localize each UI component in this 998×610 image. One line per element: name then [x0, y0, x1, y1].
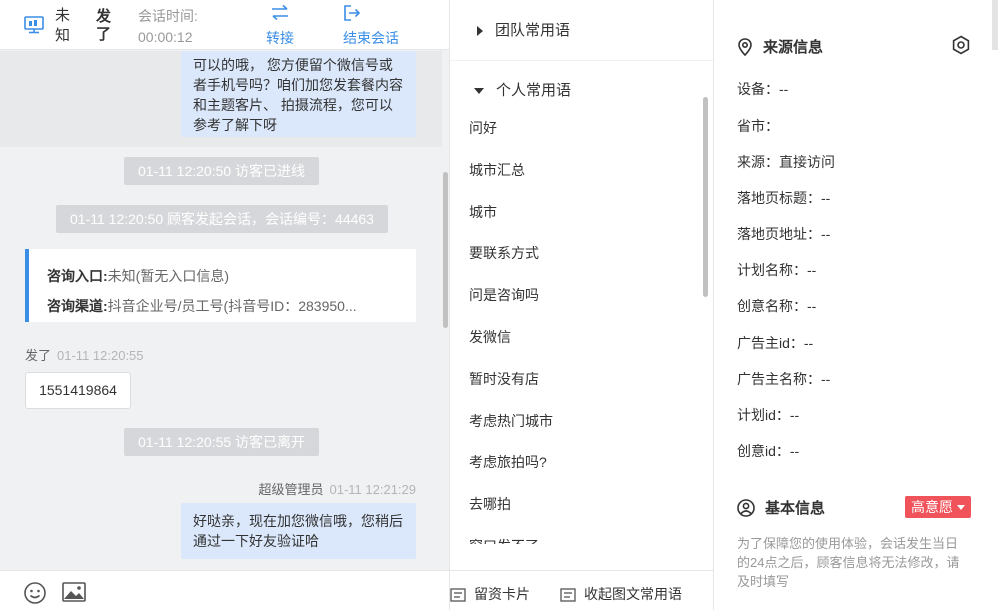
info-row-plan-name: 计划名称：--	[737, 262, 817, 278]
location-icon	[738, 38, 752, 57]
image-icon[interactable]	[62, 582, 86, 604]
collapse-phrases-label: 收起图文常用语	[584, 586, 682, 602]
team-phrases-label: 团队常用语	[495, 22, 571, 39]
source-info-title: 来源信息	[737, 36, 823, 57]
visitor-nickname: 发了	[96, 8, 112, 43]
agent-time: 01-11 12:21:29	[329, 482, 417, 497]
chat-scrollbar[interactable]	[443, 172, 448, 328]
chat-panel: 未知 发了 会话时间: 00:00:12 转接 结束会话 可以的哦， 您方便留个…	[0, 0, 449, 610]
panel-edge	[992, 0, 998, 50]
phrase-item[interactable]: 城市汇总	[450, 150, 702, 192]
info-row-device: 设备：--	[737, 81, 789, 97]
customer-info-panel: 来源信息 设备：-- 省市： 来源：直接访问 落地页标题：-- 落地页地址：--…	[713, 0, 998, 610]
info-row-landing-url: 落地页地址：--	[737, 226, 831, 242]
consult-info-card: 咨询入口:未知(暂无入口信息) 咨询渠道:抖音企业号/员工号(抖音号ID：283…	[25, 249, 416, 322]
phrase-item[interactable]: 考虑旅拍吗?	[450, 442, 702, 484]
personal-phrases-label: 个人常用语	[496, 82, 572, 99]
info-row-advertiser-id: 广告主id：--	[737, 335, 814, 351]
chat-toolbar	[0, 570, 449, 610]
message-icon	[560, 588, 576, 602]
info-row-advertiser-name: 广告主名称：--	[737, 371, 831, 387]
settings-icon[interactable]	[951, 35, 971, 55]
agent-message-bubble: 好哒亲，现在加您微信哦，您稍后通过一下好友验证哈	[181, 503, 416, 559]
visitor-sender: 发了	[25, 348, 52, 363]
info-row-creative-name: 创意名称：--	[737, 298, 817, 314]
caret-down-icon	[474, 88, 484, 95]
transfer-label: 转接	[266, 30, 294, 46]
phrases-panel: 团队常用语 个人常用语 问好 城市汇总 城市 要联系方式 问是咨询吗 发微信 暂…	[449, 0, 713, 610]
consult-entry-row: 咨询入口:未知(暂无入口信息)	[47, 261, 407, 291]
visitor-time: 01-11 12:20:55	[57, 348, 144, 363]
visitor-name: 未知	[55, 7, 71, 44]
phrase-item[interactable]: 发微信	[450, 317, 702, 359]
source-info-label: 来源信息	[763, 39, 824, 56]
phrase-item[interactable]: 城市	[450, 192, 702, 234]
session-time-value: 00:00:12	[138, 29, 193, 45]
transfer-icon	[266, 4, 294, 24]
phrase-item[interactable]: 考虑热门城市	[450, 401, 702, 443]
end-session-button[interactable]: 结束会话	[343, 4, 399, 48]
phrase-item[interactable]: 要联系方式	[450, 233, 702, 275]
intent-level-dropdown[interactable]: 高意愿	[905, 496, 971, 518]
emoji-icon[interactable]	[23, 581, 47, 604]
phrase-item[interactable]: 窗口发不了	[450, 526, 702, 544]
consult-channel-row: 咨询渠道:抖音企业号/员工号(抖音号ID：283950...	[47, 291, 407, 321]
info-row-plan-id: 计划id：--	[737, 407, 800, 423]
info-row-landing-title: 落地页标题：--	[737, 190, 831, 206]
info-row-region: 省市：	[737, 118, 779, 134]
phrase-item[interactable]: 问好	[450, 108, 702, 150]
phrase-item[interactable]: 暂时没有店	[450, 359, 702, 401]
chat-header: 未知 发了 会话时间: 00:00:12 转接 结束会话	[0, 0, 449, 50]
divider	[450, 60, 713, 61]
phrase-scrollbar[interactable]	[703, 97, 708, 297]
basic-info-title: 基本信息	[737, 497, 825, 518]
consult-channel-value: 抖音企业号/员工号(抖音号ID：283950...	[107, 298, 357, 314]
card-icon	[450, 588, 466, 602]
phrase-item[interactable]: 去哪拍	[450, 484, 702, 526]
system-notice: 01-11 12:20:50 访客已进线	[124, 157, 320, 185]
intent-level-label: 高意愿	[911, 499, 953, 515]
transfer-button[interactable]: 转接	[266, 4, 294, 48]
collapse-phrases-button[interactable]: 收起图文常用语	[560, 584, 682, 604]
system-notice: 01-11 12:20:55 访客已离开	[124, 428, 320, 456]
phrase-toolbar: 留资卡片 收起图文常用语	[450, 570, 713, 610]
phrase-item[interactable]: 问是咨询吗	[450, 275, 702, 317]
user-icon	[737, 499, 755, 517]
agent-sender: 超级管理员	[258, 482, 324, 497]
monitor-icon	[24, 16, 44, 34]
leave-card-button[interactable]: 留资卡片	[450, 584, 530, 604]
consult-entry-label: 咨询入口:	[47, 268, 108, 284]
exit-icon	[343, 4, 399, 24]
leave-card-label: 留资卡片	[474, 586, 530, 602]
caret-right-icon	[477, 26, 483, 37]
info-row-creative-id: 创意id：--	[737, 443, 800, 459]
team-phrases-group[interactable]: 团队常用语	[474, 19, 570, 40]
consult-entry-value: 未知(暂无入口信息)	[107, 268, 229, 284]
visitor-message-bubble: 1551419864	[25, 372, 131, 409]
consult-channel-label: 咨询渠道:	[47, 298, 108, 314]
agent-message-bubble: 可以的哦， 您方便留个微信号或者手机号吗？咱们加您发套餐内容和主题客片、 拍摄流…	[181, 51, 416, 137]
system-notice: 01-11 12:20:50 顾客发起会话，会话编号：44463	[56, 205, 388, 233]
session-time-label: 会话时间:	[138, 8, 198, 24]
info-row-source: 来源：直接访问	[737, 154, 835, 170]
basic-info-label: 基本信息	[765, 500, 826, 517]
visitor-message-meta: 发了 01-11 12:20:55	[25, 345, 144, 364]
agent-message-meta: 超级管理员 01-11 12:21:29	[258, 479, 416, 498]
basic-info-note: 为了保障您的使用体验，会话发生当日的24点之后，顾客信息将无法修改，请及时填写	[737, 536, 960, 589]
phrase-list: 问好 城市汇总 城市 要联系方式 问是咨询吗 发微信 暂时没有店 考虑热门城市 …	[450, 108, 702, 544]
caret-down-icon	[957, 505, 965, 510]
message-list[interactable]: 可以的哦， 您方便留个微信号或者手机号吗？咱们加您发套餐内容和主题客片、 拍摄流…	[0, 51, 442, 570]
end-session-label: 结束会话	[343, 30, 399, 46]
personal-phrases-group[interactable]: 个人常用语	[474, 79, 571, 100]
